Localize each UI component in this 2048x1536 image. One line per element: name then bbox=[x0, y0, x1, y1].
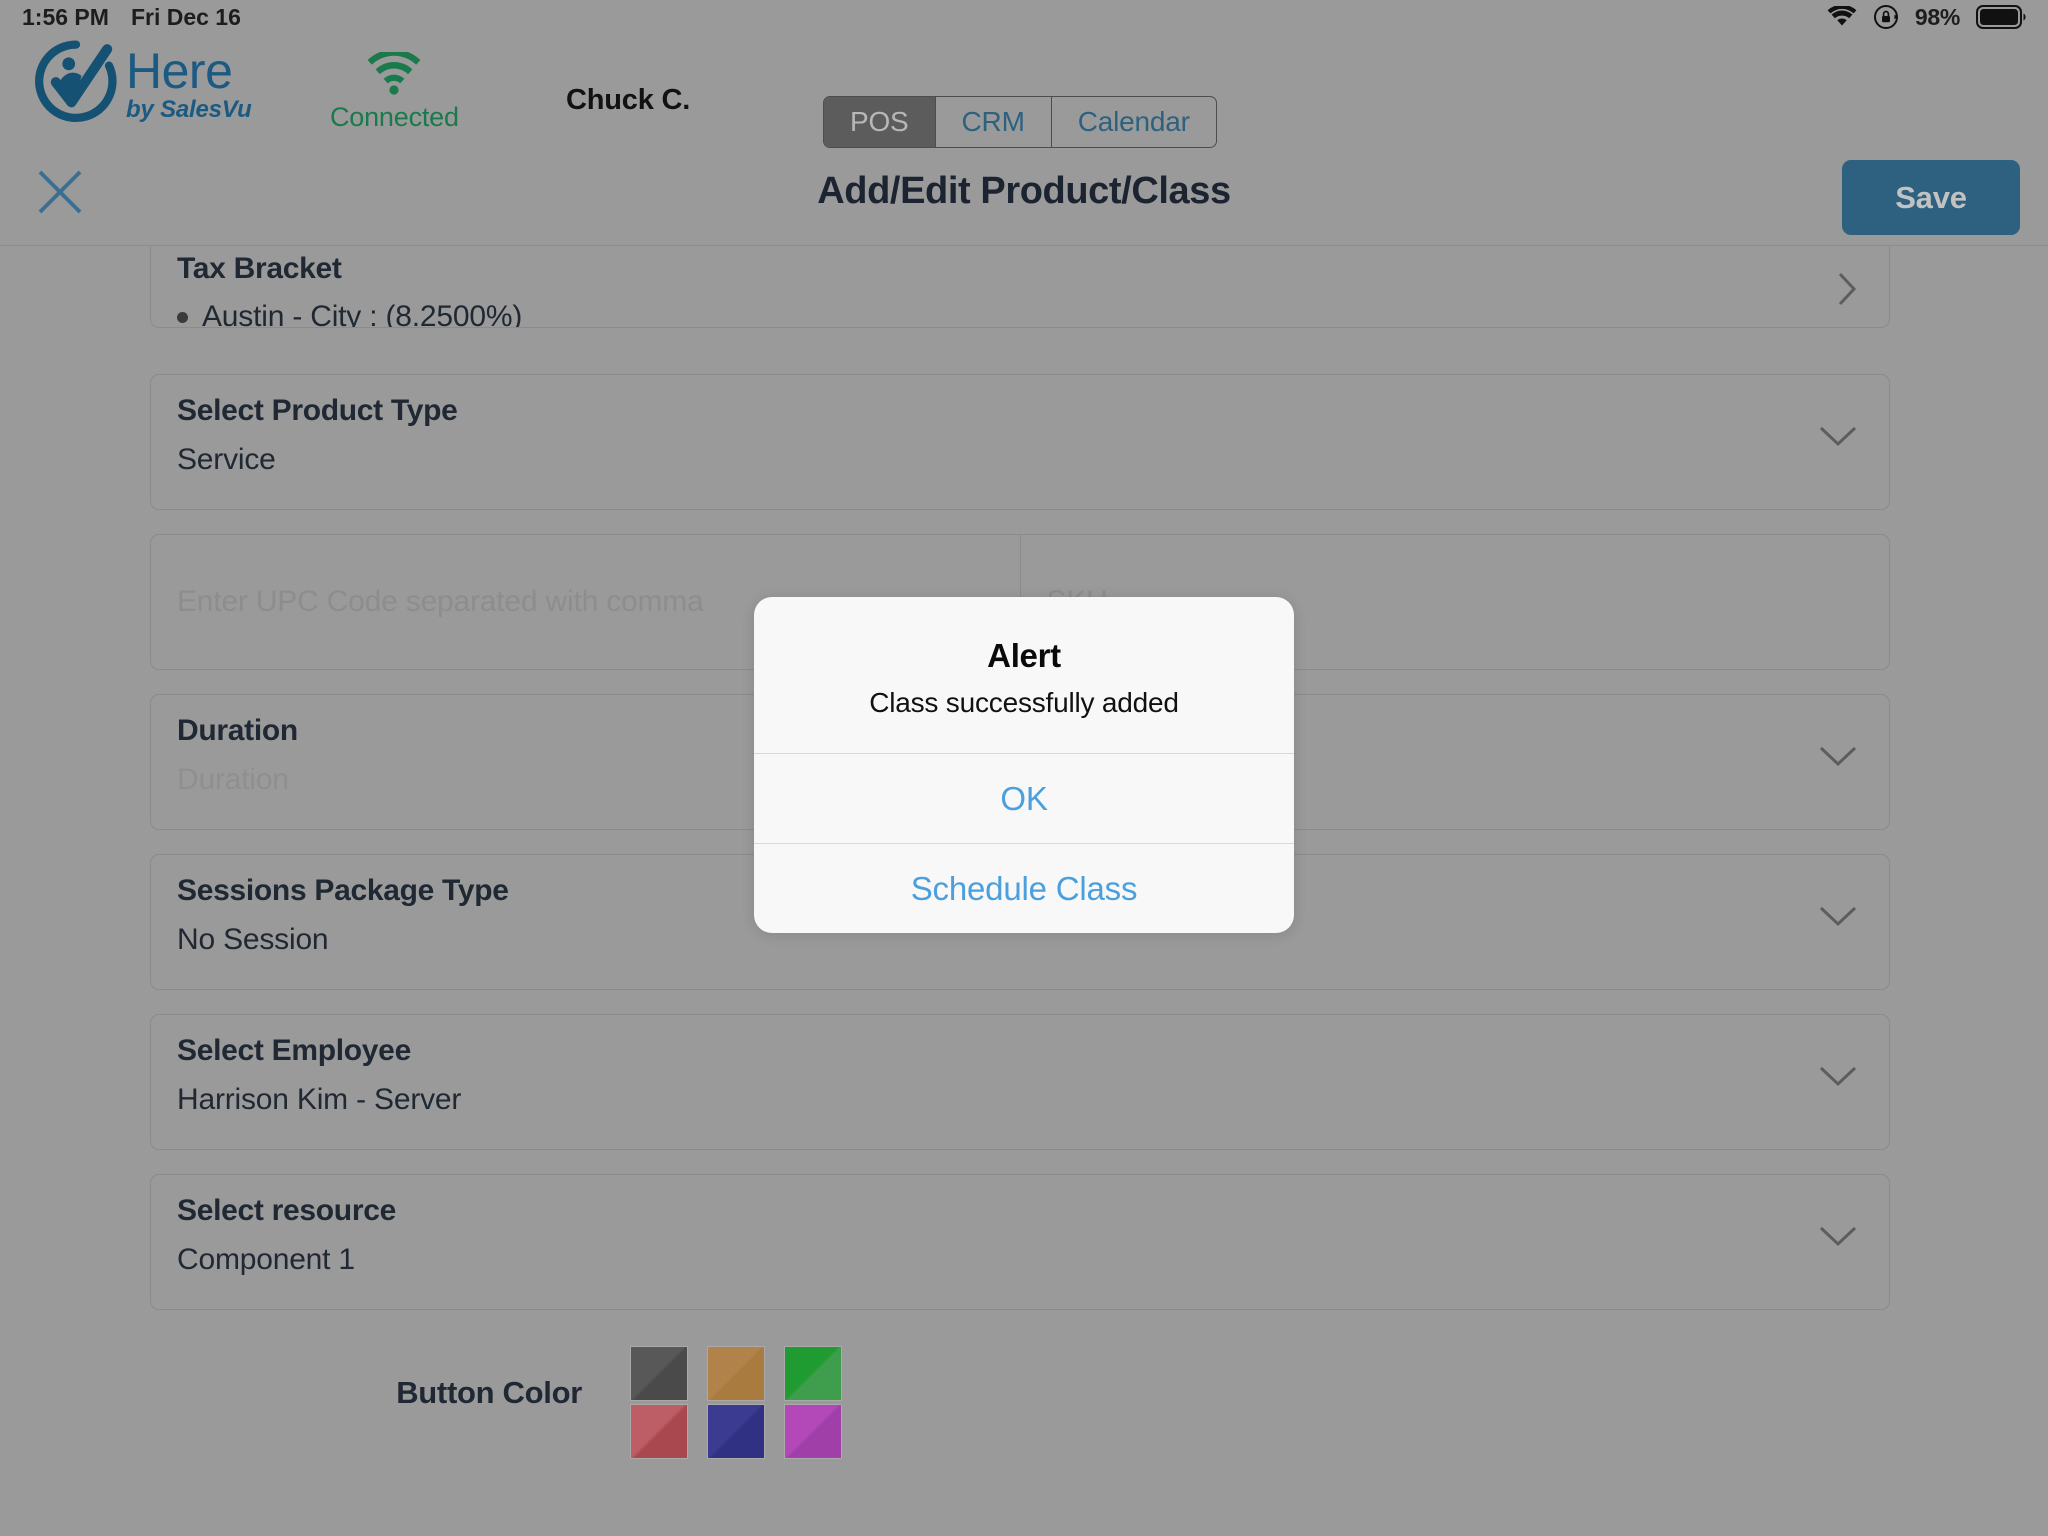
alert-message: Class successfully added bbox=[869, 687, 1179, 718]
alert-title: Alert bbox=[987, 637, 1061, 674]
alert-body: Alert Class successfully added bbox=[754, 597, 1294, 753]
alert-ok-button[interactable]: OK bbox=[754, 754, 1294, 843]
alert-dialog: Alert Class successfully added OK Schedu… bbox=[754, 597, 1294, 933]
alert-schedule-class-button[interactable]: Schedule Class bbox=[754, 844, 1294, 933]
